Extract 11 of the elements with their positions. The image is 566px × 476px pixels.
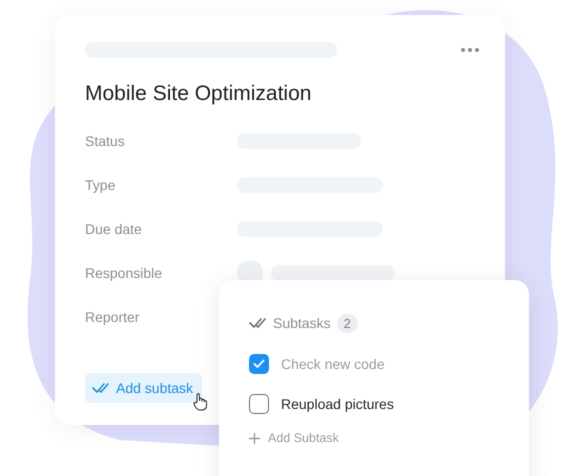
count-badge: 2 xyxy=(336,314,358,332)
field-label: Reporter xyxy=(85,309,140,325)
task-title: Mobile Site Optimization xyxy=(85,81,312,107)
subtask-label: Check new code xyxy=(281,356,385,372)
add-subtask-link[interactable]: Add Subtask xyxy=(249,431,339,445)
field-label: Status xyxy=(85,133,126,149)
field-label: Type xyxy=(85,177,116,193)
field-label: Due date xyxy=(85,221,143,237)
subtasks-heading: Subtasks xyxy=(273,315,331,331)
field-label: Responsible xyxy=(85,265,164,281)
subtask-label: Reupload pictures xyxy=(281,396,394,412)
